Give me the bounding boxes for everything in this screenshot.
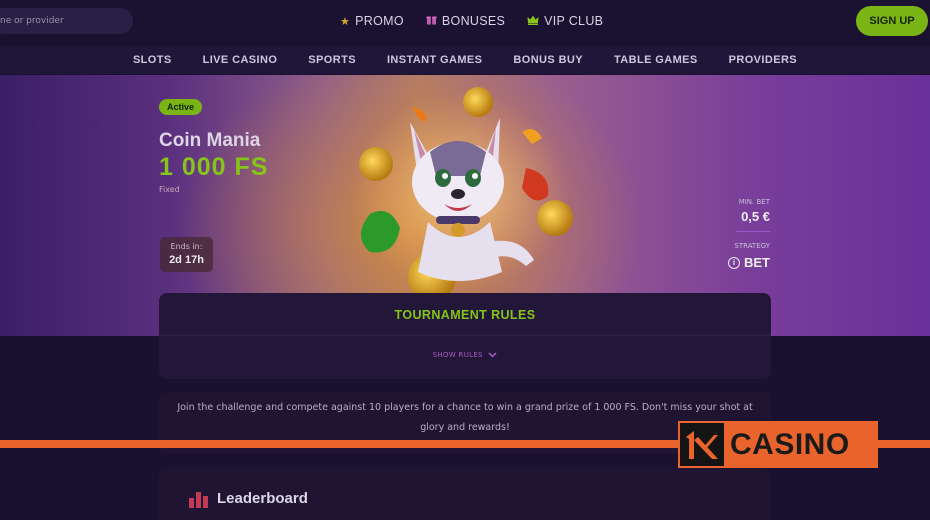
category-instant-games[interactable]: INSTANT GAMES (387, 54, 482, 66)
crown-icon (527, 15, 539, 28)
tournament-rules-panel: TOURNAMENT RULES SHOW RULES (159, 293, 771, 379)
category-sports[interactable]: SPORTS (308, 54, 356, 66)
category-live-casino[interactable]: LIVE CASINO (203, 54, 278, 66)
ends-in-label: Ends in: (170, 242, 203, 251)
strategy-label: STRATEGY (734, 242, 770, 250)
show-rules-label: SHOW RULES (432, 351, 483, 359)
nav-bonuses[interactable]: BONUSES (426, 14, 505, 28)
status-badge: Active (159, 99, 203, 115)
category-bonus-buy[interactable]: BONUS BUY (513, 54, 583, 66)
info-icon[interactable]: i (728, 256, 740, 269)
gift-icon (426, 14, 437, 28)
tournament-title: Coin Mania (159, 130, 261, 151)
watermark-text: CASINO (730, 428, 850, 461)
nav-bonuses-label: BONUSES (441, 14, 506, 28)
chevron-down-icon (485, 351, 497, 359)
prize-type: Fixed (159, 185, 180, 194)
strategy-value-text: BET (744, 255, 770, 270)
leaderboard-title: Leaderboard (217, 490, 308, 507)
category-bar: SLOTS LIVE CASINO SPORTS INSTANT GAMES B… (0, 46, 930, 74)
show-rules-button[interactable]: SHOW RULES (159, 351, 771, 359)
category-slots[interactable]: SLOTS (133, 54, 172, 66)
top-nav: ★ PROMO BONUSES VIP CLUB (340, 0, 603, 42)
stats-divider (736, 231, 770, 232)
sign-up-button[interactable]: SIGN UP (856, 6, 928, 36)
rules-divider (159, 335, 771, 336)
rules-title: TOURNAMENT RULES (394, 308, 536, 322)
nav-promo-label: PROMO (355, 14, 404, 28)
nav-promo[interactable]: ★ PROMO (340, 14, 404, 28)
star-icon: ★ (340, 15, 351, 28)
nav-vip-label: VIP CLUB (544, 14, 604, 28)
tournament-mascot-image (350, 87, 573, 297)
tournament-prize: 1 000 FS (159, 153, 269, 181)
category-providers[interactable]: PROVIDERS (729, 54, 797, 66)
min-bet-label: MIN. BET (738, 198, 770, 206)
leaderboard-panel: Leaderboard (159, 468, 771, 520)
search-input[interactable]: ne or provider (0, 8, 133, 34)
nav-vip-club[interactable]: VIP CLUB (527, 14, 603, 28)
ends-in-box: Ends in: 2d 17h (160, 237, 213, 272)
category-table-games[interactable]: TABLE GAMES (614, 54, 698, 66)
ends-in-value: 2d 17h (169, 254, 204, 266)
watermark-logo (680, 423, 724, 466)
bar-chart-icon (189, 492, 208, 508)
strategy-value[interactable]: i BET (728, 255, 770, 270)
min-bet-value: 0,5 € (741, 209, 770, 224)
top-bar: ne or provider ★ PROMO BONUSES VIP CLUB … (0, 0, 930, 42)
